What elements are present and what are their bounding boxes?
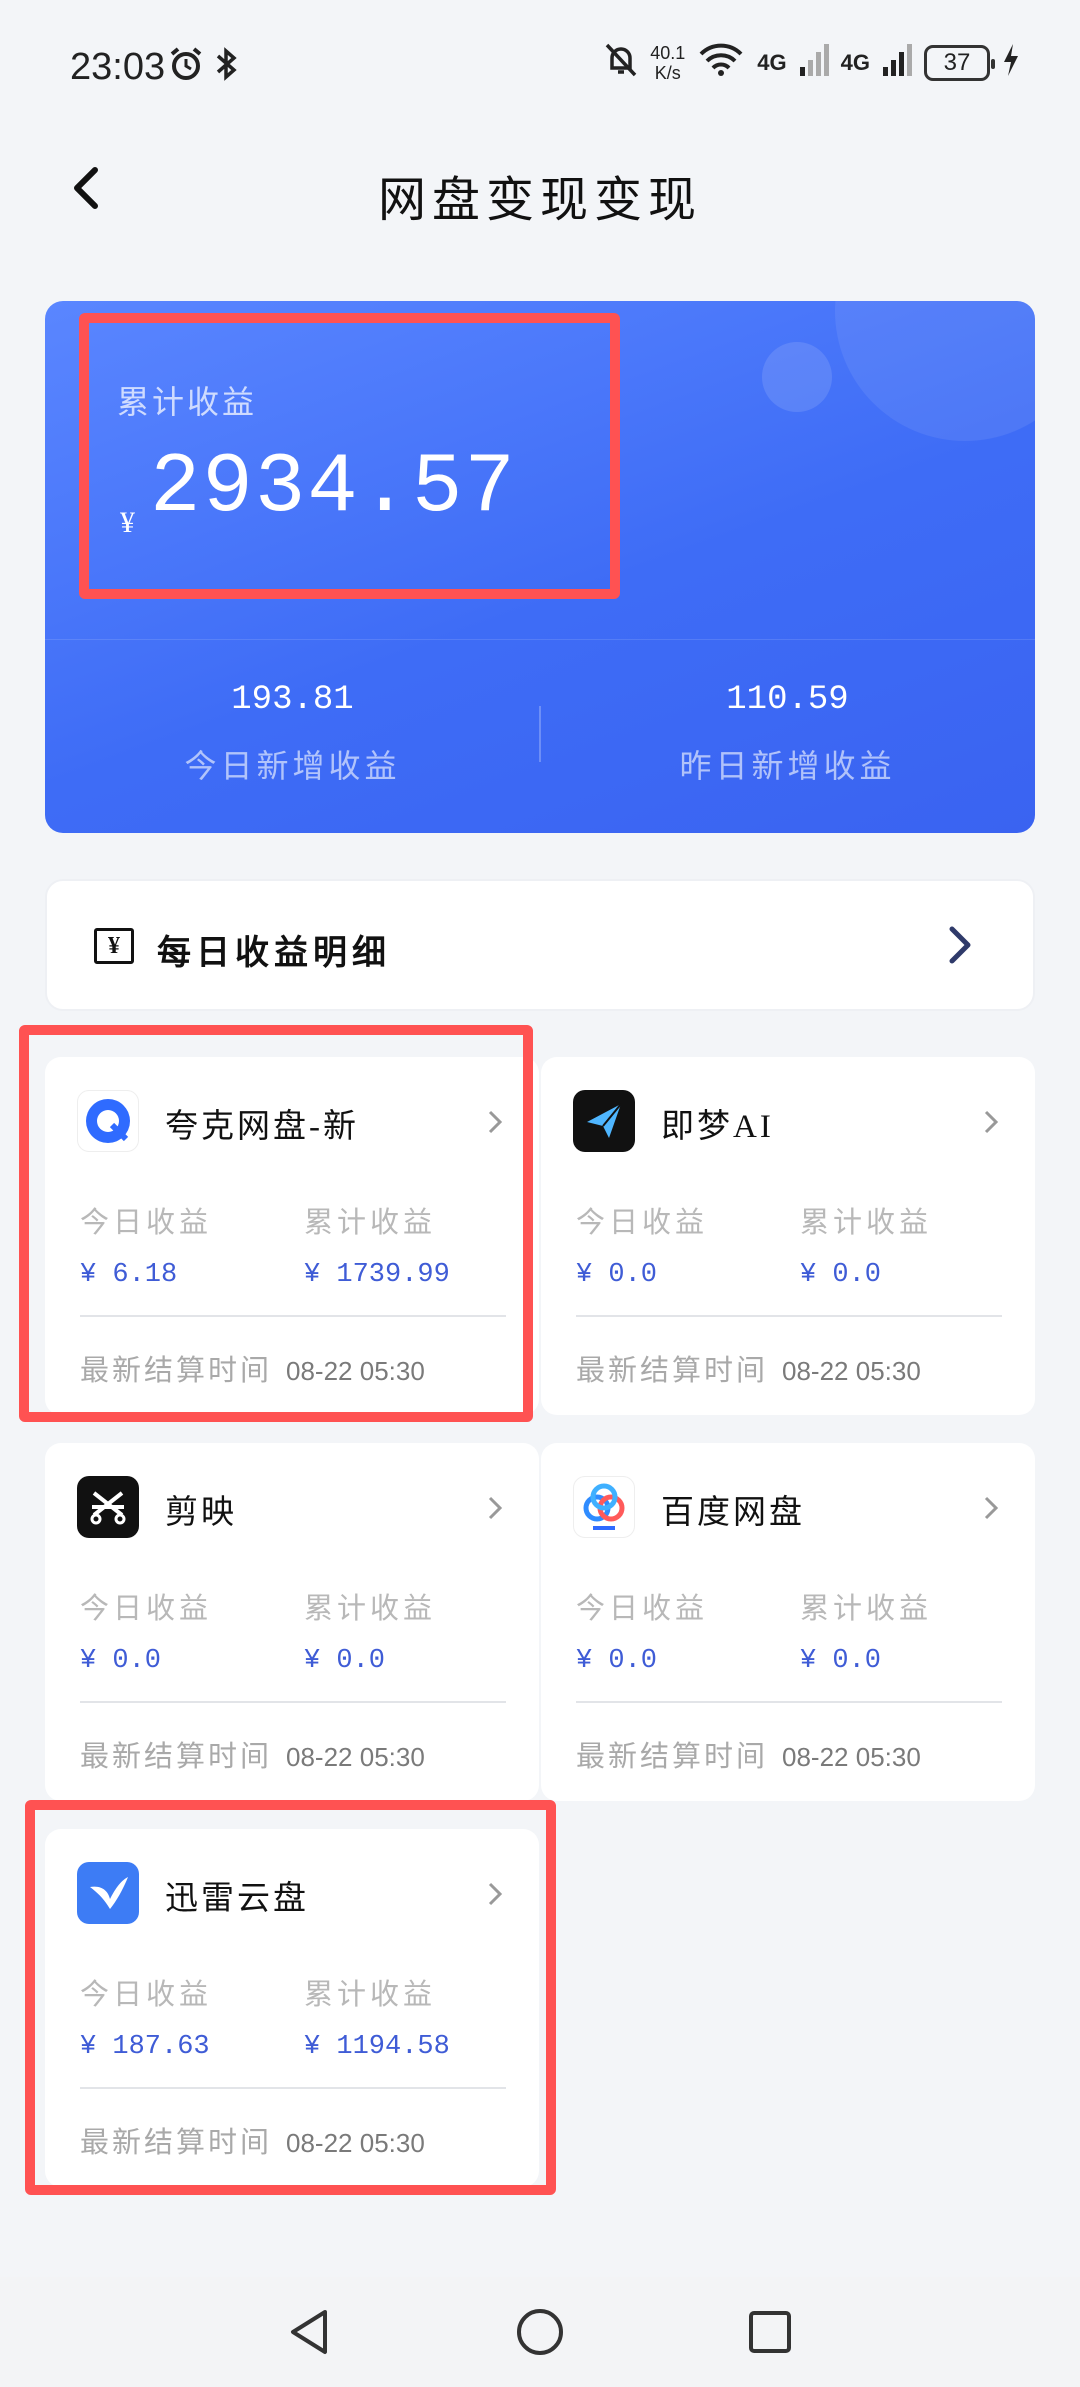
- today-earnings-value: ¥ 187.63: [80, 2032, 210, 2062]
- settle-time-row: 最新结算时间 08-22 05:30: [80, 1733, 425, 1775]
- signal-icon: [882, 43, 912, 82]
- settle-time-value: 08-22 05:30: [782, 1742, 921, 1772]
- app-card-xunlei[interactable]: 迅雷云盘 今日收益 累计收益 ¥ 187.63 ¥ 1194.58 最新结算时间…: [45, 1829, 539, 2187]
- status-bar: 23:03 40.1 K/s 4G 4G 37: [0, 0, 1080, 130]
- yesterday-earnings: 110.59 昨日新增收益: [540, 681, 1035, 787]
- app-card-jimeng[interactable]: 即梦AI 今日收益 累计收益 ¥ 0.0 ¥ 0.0 最新结算时间 08-22 0…: [541, 1057, 1035, 1415]
- today-earnings-label: 今日收益: [80, 1979, 213, 2011]
- divider: [576, 1701, 1002, 1703]
- total-earnings-label: 累计收益: [304, 1979, 437, 2011]
- settle-time-row: 最新结算时间 08-22 05:30: [80, 1347, 425, 1389]
- total-earnings-label: 累计收益: [117, 384, 258, 420]
- home-nav-icon: [517, 2309, 563, 2355]
- battery-icon: 37: [924, 44, 995, 81]
- network-speed: 40.1 K/s: [650, 42, 686, 83]
- settle-time-label: 最新结算时间: [576, 1355, 769, 1387]
- total-earnings-value: ¥ 0.0: [800, 1646, 882, 1676]
- earnings-summary-card: 累计收益 ¥ 2934.57 193.81 今日新增收益 110.59 昨日新增…: [45, 301, 1035, 833]
- divider: [45, 639, 1035, 640]
- mute-icon: [604, 42, 638, 83]
- total-earnings-label: 累计收益: [800, 1593, 933, 1625]
- total-earnings-label: 累计收益: [800, 1207, 933, 1239]
- divider: [576, 1315, 1002, 1317]
- status-time: 23:03: [70, 46, 166, 88]
- app-name: 即梦AI: [661, 1109, 774, 1145]
- jimeng-logo-icon: [573, 1090, 635, 1152]
- quark-logo-icon: [77, 1090, 139, 1152]
- total-earnings-value: ¥ 0.0: [800, 1260, 882, 1290]
- recents-nav-icon: [749, 2311, 791, 2353]
- signal-icon: [799, 43, 829, 82]
- yesterday-earnings-value: 110.59: [726, 681, 849, 719]
- total-earnings-value: ¥ 0.0: [304, 1646, 386, 1676]
- app-card-jianying[interactable]: 剪映 今日收益 累计收益 ¥ 0.0 ¥ 0.0 最新结算时间 08-22 05:…: [45, 1443, 539, 1801]
- total-earnings-value: ¥ 1739.99: [304, 1260, 450, 1290]
- app-name: 剪映: [165, 1495, 237, 1531]
- jianying-logo-icon: [77, 1476, 139, 1538]
- charging-icon: [1002, 42, 1020, 83]
- decorative-circle: [762, 342, 832, 412]
- settle-time-label: 最新结算时间: [576, 1741, 769, 1773]
- divider: [80, 2087, 506, 2089]
- back-nav-button[interactable]: [275, 2297, 345, 2367]
- today-earnings-label: 今日收益: [80, 1207, 213, 1239]
- total-earnings-label: 累计收益: [304, 1207, 437, 1239]
- xunlei-logo-icon: [77, 1862, 139, 1924]
- baidu-netdisk-logo-icon: [573, 1476, 635, 1538]
- app-card-quark[interactable]: 夸克网盘-新 今日收益 累计收益 ¥ 6.18 ¥ 1739.99 最新结算时间…: [45, 1057, 539, 1415]
- alarm-icon: [168, 46, 204, 87]
- yesterday-earnings-label: 昨日新增收益: [679, 748, 896, 784]
- settle-time-row: 最新结算时间 08-22 05:30: [576, 1733, 921, 1775]
- bluetooth-icon: [214, 46, 240, 87]
- system-nav-bar: [0, 2277, 1080, 2387]
- today-earnings: 193.81 今日新增收益: [45, 681, 540, 787]
- settle-time-label: 最新结算时间: [80, 1741, 273, 1773]
- home-nav-button[interactable]: [505, 2297, 575, 2367]
- today-earnings-value: 193.81: [231, 681, 354, 719]
- page-title: 网盘变现变现: [377, 174, 702, 227]
- network-type-2: 4G: [840, 49, 870, 75]
- chevron-right-icon: [983, 1109, 999, 1140]
- back-nav-icon: [291, 2310, 327, 2354]
- chevron-right-icon: [487, 1495, 503, 1526]
- total-earnings-value: ¥ 1194.58: [304, 2032, 450, 2062]
- total-earnings-label: 累计收益: [304, 1593, 437, 1625]
- settle-time-value: 08-22 05:30: [782, 1356, 921, 1386]
- today-earnings-label: 今日收益: [576, 1207, 709, 1239]
- divider: [80, 1701, 506, 1703]
- app-name: 百度网盘: [661, 1495, 805, 1531]
- settle-time-row: 最新结算时间 08-22 05:30: [576, 1347, 921, 1389]
- daily-earnings-detail-row[interactable]: ¥ 每日收益明细: [45, 879, 1035, 1011]
- decorative-circle: [835, 301, 1035, 441]
- settle-time-value: 08-22 05:30: [286, 1742, 425, 1772]
- settle-time-row: 最新结算时间 08-22 05:30: [80, 2119, 425, 2161]
- today-earnings-value: ¥ 6.18: [80, 1260, 178, 1290]
- chevron-right-icon: [487, 1881, 503, 1912]
- chevron-right-icon: [487, 1109, 503, 1140]
- network-type-1: 4G: [757, 49, 787, 75]
- settle-time-label: 最新结算时间: [80, 2127, 273, 2159]
- recents-nav-button[interactable]: [735, 2297, 805, 2367]
- total-earnings-value: 2934.57: [150, 441, 517, 536]
- today-earnings-value: ¥ 0.0: [576, 1260, 658, 1290]
- chevron-right-icon: [947, 925, 973, 970]
- divider: [80, 1315, 506, 1317]
- today-earnings-label: 今日收益: [80, 1593, 213, 1625]
- settle-time-value: 08-22 05:30: [286, 1356, 425, 1386]
- daily-detail-label: 每日收益明细: [157, 935, 391, 972]
- app-name: 夸克网盘-新: [165, 1109, 359, 1145]
- currency-symbol: ¥: [120, 506, 135, 539]
- today-earnings-value: ¥ 0.0: [80, 1646, 162, 1676]
- wifi-icon: [697, 42, 745, 83]
- today-earnings-value: ¥ 0.0: [576, 1646, 658, 1676]
- chevron-right-icon: [983, 1495, 999, 1526]
- today-earnings-label: 今日收益: [576, 1593, 709, 1625]
- today-earnings-label: 今日新增收益: [184, 748, 401, 784]
- app-card-baidu[interactable]: 百度网盘 今日收益 累计收益 ¥ 0.0 ¥ 0.0 最新结算时间 08-22 0…: [541, 1443, 1035, 1801]
- settle-time-value: 08-22 05:30: [286, 2128, 425, 2158]
- yen-receipt-icon: ¥: [94, 928, 134, 964]
- settle-time-label: 最新结算时间: [80, 1355, 273, 1387]
- app-name: 迅雷云盘: [165, 1881, 309, 1917]
